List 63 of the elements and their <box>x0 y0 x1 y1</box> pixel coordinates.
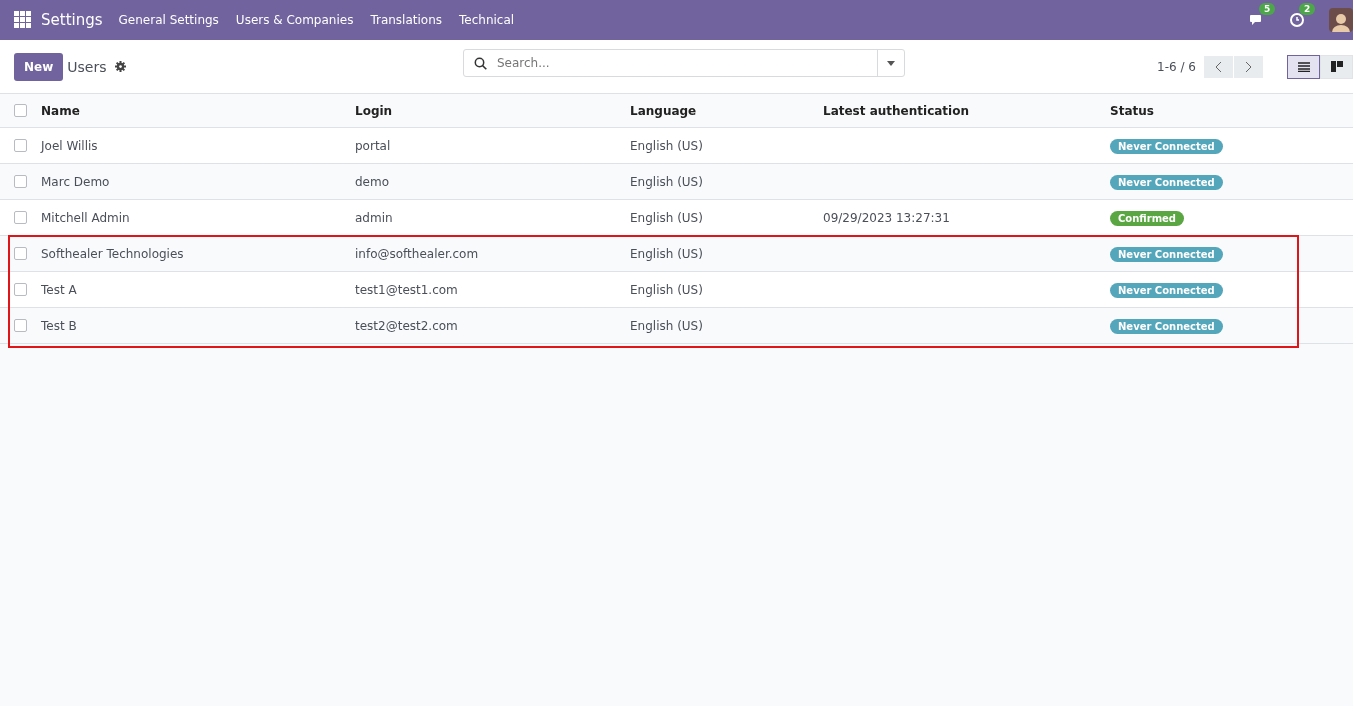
status-tag: Confirmed <box>1110 210 1185 226</box>
language-cell-text: English (US) <box>630 138 704 153</box>
messages-badge: 5 <box>1259 3 1276 15</box>
name-cell-text: Mitchell Admin <box>41 210 131 225</box>
column-header[interactable]: Latest authentication <box>823 103 1110 118</box>
search-icon <box>474 56 487 70</box>
column-header[interactable]: Language <box>630 103 823 118</box>
language-cell-text: English (US) <box>630 282 704 297</box>
search-bar[interactable]: Search... <box>463 49 905 77</box>
login-cell-text: admin <box>355 210 394 225</box>
menu-item[interactable]: Translations <box>370 13 443 27</box>
name-cell-text: Test B <box>41 318 78 333</box>
chevron-right-icon <box>1245 60 1252 73</box>
chevron-left-icon <box>1215 60 1222 73</box>
search-input[interactable]: Search... <box>495 55 877 71</box>
menu-item[interactable]: General Settings <box>118 13 219 27</box>
previous-button[interactable] <box>1204 55 1233 78</box>
kanban-view-icon <box>1330 61 1343 72</box>
select-all-checkbox[interactable] <box>14 104 27 117</box>
name-cell-text: Test A <box>41 282 78 297</box>
pager-value: 1-6 / 6 <box>1157 59 1196 74</box>
row-checkbox[interactable] <box>14 139 27 152</box>
row-checkbox[interactable] <box>14 247 27 260</box>
menu-item[interactable]: Technical <box>459 13 515 27</box>
language-cell-text: English (US) <box>630 210 704 225</box>
status-tag: Never Connected <box>1110 138 1223 154</box>
clock-icon[interactable] <box>1289 12 1305 28</box>
name-cell-text: Joel Willis <box>41 138 99 153</box>
language-cell-text: English (US) <box>630 246 704 261</box>
language-cell-text: English (US) <box>630 174 704 189</box>
breadcrumb-title: Users <box>67 58 107 75</box>
status-tag: Never Connected <box>1110 282 1223 298</box>
name-cell-text: Marc Demo <box>41 174 111 189</box>
caret-icon <box>887 60 895 66</box>
settings-icon[interactable] <box>114 61 126 72</box>
next-button[interactable] <box>1234 55 1263 78</box>
name-cell-text: Softhealer Technologies <box>41 246 185 261</box>
row-checkbox[interactable] <box>14 283 27 296</box>
column-header[interactable]: Login <box>355 103 630 118</box>
login-cell-text: info@softhealer.com <box>355 246 480 261</box>
status-tag: Never Connected <box>1110 318 1223 334</box>
language-cell-text: English (US) <box>630 318 704 333</box>
list-view-icon <box>1297 61 1310 72</box>
login-cell-text: test1@test1.com <box>355 282 459 297</box>
menu-item[interactable]: Users & Companies <box>235 13 354 27</box>
list-view-button[interactable] <box>1287 54 1320 79</box>
login-cell-text: portal <box>355 138 392 153</box>
apps-menu-icon[interactable] <box>14 11 32 29</box>
row-checkbox[interactable] <box>14 319 27 332</box>
auth-date-cell-text: 09/29/2023 13:27:31 <box>823 210 951 225</box>
activities-badge: 2 <box>1299 3 1316 15</box>
login-cell-text: demo <box>355 174 391 189</box>
row-checkbox[interactable] <box>14 211 27 224</box>
new-button[interactable]: New <box>14 52 64 81</box>
app-title[interactable]: Settings <box>41 11 103 29</box>
column-header[interactable]: Name <box>41 103 355 118</box>
status-tag: Never Connected <box>1110 174 1223 190</box>
row-checkbox[interactable] <box>14 175 27 188</box>
status-tag: Never Connected <box>1110 246 1223 262</box>
login-cell-text: test2@test2.com <box>355 318 459 333</box>
kanban-view-button[interactable] <box>1320 54 1353 79</box>
column-header[interactable]: Status <box>1110 103 1353 118</box>
user-avatar[interactable] <box>1329 8 1353 32</box>
